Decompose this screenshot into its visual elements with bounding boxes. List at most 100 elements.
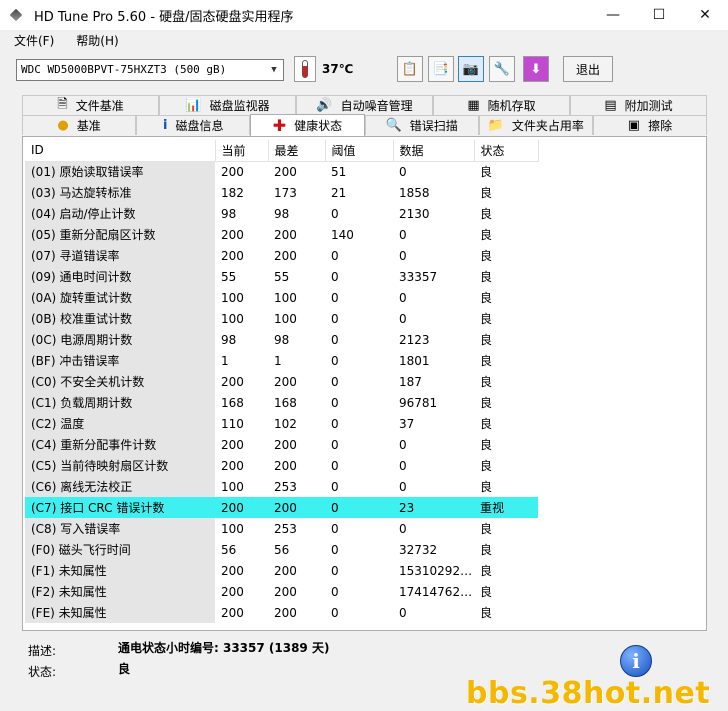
info-icon[interactable]: i (620, 645, 652, 677)
table-row[interactable]: (05) 重新分配扇区计数 200 200 140 0 良 (25, 224, 538, 245)
table-row[interactable]: (BF) 冲击错误率 1 1 0 1801 良 (25, 350, 538, 371)
table-row[interactable]: (F1) 未知属性 200 200 0 15310292… 良 (25, 560, 538, 581)
tab-extra-tests[interactable]: ▤ 附加测试 (570, 95, 707, 115)
smart-table-wrap[interactable]: ID 当前 最差 阈值 数据 状态 (01) 原始读取错误率 200 200 51 0 良… (25, 140, 705, 624)
cell-threshold: 0 (331, 374, 339, 389)
col-header-threshold[interactable]: 阈值 (325, 140, 394, 162)
disk-monitor-icon: 📊 (185, 98, 202, 113)
cell-worst: 56 (274, 542, 290, 557)
save-button[interactable]: ⬇ (523, 56, 549, 82)
copy-all-icon: 📑 (432, 61, 450, 77)
table-row[interactable]: (F0) 磁头飞行时间 56 56 0 32732 良 (25, 539, 538, 560)
status-value: 良 (118, 662, 131, 676)
cell-status: 良 (480, 522, 493, 536)
options-button[interactable]: 🔧 (489, 56, 515, 82)
table-row[interactable]: (F2) 未知属性 200 200 0 17414762… 良 (25, 581, 538, 602)
tab-error-scan[interactable]: 🔍 错误扫描 (364, 115, 479, 135)
cell-worst: 102 (274, 416, 297, 431)
folder-icon: 📁 (487, 118, 504, 133)
cell-id: (0B) 校准重试计数 (25, 308, 215, 329)
table-row[interactable]: (C5) 当前待映射扇区计数 200 200 0 0 良 (25, 455, 538, 476)
screenshot-button[interactable]: 📷 (458, 56, 484, 82)
table-row[interactable]: (0A) 旋转重试计数 100 100 0 0 良 (25, 287, 538, 308)
cell-status: 良 (480, 543, 493, 557)
speaker-icon: 🔊 (316, 98, 333, 113)
cell-threshold: 0 (331, 584, 339, 599)
cell-status: 良 (480, 417, 493, 431)
table-row[interactable]: (C2) 温度 110 102 0 37 良 (25, 413, 538, 434)
col-header-status[interactable]: 状态 (474, 140, 539, 162)
cell-worst: 200 (274, 563, 297, 578)
table-row[interactable]: (0C) 电源周期计数 98 98 0 2123 良 (25, 329, 538, 350)
file-benchmark-icon: 🗎 (57, 96, 68, 112)
tab-erase[interactable]: ▣ 擦除 (592, 115, 708, 135)
table-row[interactable]: (C1) 负载周期计数 168 168 0 96781 良 (25, 392, 538, 413)
table-row[interactable]: (C8) 写入错误率 100 253 0 0 良 (25, 518, 538, 539)
options-icon: 🔧 (493, 61, 511, 77)
close-button[interactable]: ✕ (682, 0, 728, 30)
col-header-data[interactable]: 数据 (393, 140, 475, 162)
cell-data: 17414762… (399, 584, 473, 599)
cell-threshold: 0 (331, 353, 339, 368)
toolbar: WDC WD5000BPVT-75HXZT3 (500 gB) ▼ 37℃ 📋 … (0, 53, 728, 87)
table-row[interactable]: (C6) 离线无法校正 100 253 0 0 良 (25, 476, 538, 497)
cell-worst: 200 (268, 497, 325, 518)
cell-status: 良 (480, 333, 493, 347)
col-header-id[interactable]: ID (25, 140, 216, 162)
cell-threshold: 0 (331, 479, 339, 494)
cell-current: 1 (221, 353, 229, 368)
table-row[interactable]: (07) 寻道错误率 200 200 0 0 良 (25, 245, 538, 266)
cell-threshold: 0 (331, 416, 339, 431)
table-row[interactable]: (C0) 不安全关机计数 200 200 0 187 良 (25, 371, 538, 392)
cell-id: (C4) 重新分配事件计数 (25, 434, 215, 455)
copy-info-button[interactable]: 📋 (397, 56, 423, 82)
drive-select[interactable]: WDC WD5000BPVT-75HXZT3 (500 gB) ▼ (16, 59, 284, 81)
menu-file[interactable]: 文件(F) (6, 32, 62, 49)
drive-select-value: WDC WD5000BPVT-75HXZT3 (500 gB) (21, 63, 227, 76)
table-row[interactable]: (04) 启动/停止计数 98 98 0 2130 良 (25, 203, 538, 224)
table-row[interactable]: (03) 马达旋转标准 182 173 21 1858 良 (25, 182, 538, 203)
tab-random-access[interactable]: ▦ 随机存取 (433, 95, 570, 115)
cell-worst: 200 (274, 374, 297, 389)
cell-data: 23 (393, 497, 474, 518)
cell-status: 良 (480, 396, 493, 410)
cell-current: 182 (221, 185, 244, 200)
table-row[interactable]: (C7) 接口 CRC 错误计数 200 200 0 23 重视 (25, 497, 538, 518)
table-row[interactable]: (C4) 重新分配事件计数 200 200 0 0 良 (25, 434, 538, 455)
col-header-current[interactable]: 当前 (215, 140, 269, 162)
menu-help[interactable]: 帮助(H) (68, 32, 126, 49)
tab-disk-info[interactable]: i 磁盘信息 (136, 115, 251, 135)
cell-threshold: 0 (331, 542, 339, 557)
table-row[interactable]: (01) 原始读取错误率 200 200 51 0 良 (25, 161, 538, 182)
table-row[interactable]: (FE) 未知属性 200 200 0 0 良 (25, 602, 538, 623)
tab-file-benchmark[interactable]: 🗎 文件基准 (22, 95, 159, 115)
cell-threshold: 51 (331, 164, 347, 179)
tab-row-bottom: ● 基准 i 磁盘信息 ✚ 健康状态 🔍 错误扫描 📁 文件夹占用率 ▣ 擦除 (22, 114, 708, 136)
cell-current: 98 (221, 206, 237, 221)
cell-worst: 200 (274, 227, 297, 242)
tab-folder-usage[interactable]: 📁 文件夹占用率 (478, 115, 593, 135)
exit-button[interactable]: 退出 (563, 56, 613, 82)
chevron-down-icon[interactable]: ▼ (265, 60, 283, 80)
table-row[interactable]: (0B) 校准重试计数 100 100 0 0 良 (25, 308, 538, 329)
minimize-button[interactable]: — (590, 0, 636, 30)
tab-benchmark[interactable]: ● 基准 (22, 115, 137, 135)
cell-current: 100 (221, 290, 244, 305)
cell-data: 1858 (399, 185, 430, 200)
cell-threshold: 0 (331, 290, 339, 305)
cell-threshold: 0 (331, 563, 339, 578)
cell-id: (09) 通电时间计数 (25, 266, 215, 287)
cell-id: (01) 原始读取错误率 (25, 161, 215, 182)
maximize-button[interactable]: ☐ (636, 0, 682, 30)
tab-health[interactable]: ✚ 健康状态 (250, 114, 365, 136)
cell-id: (05) 重新分配扇区计数 (25, 224, 215, 245)
cell-id: (04) 启动/停止计数 (25, 203, 215, 224)
col-header-worst[interactable]: 最差 (268, 140, 326, 162)
cell-status: 良 (480, 459, 493, 473)
cell-worst: 200 (274, 605, 297, 620)
tab-disk-monitor[interactable]: 📊 磁盘监视器 (159, 95, 296, 115)
tab-aam[interactable]: 🔊 自动噪音管理 (296, 95, 433, 115)
table-row[interactable]: (09) 通电时间计数 55 55 0 33357 良 (25, 266, 538, 287)
copy-all-button[interactable]: 📑 (428, 56, 454, 82)
cell-threshold: 0 (331, 206, 339, 221)
